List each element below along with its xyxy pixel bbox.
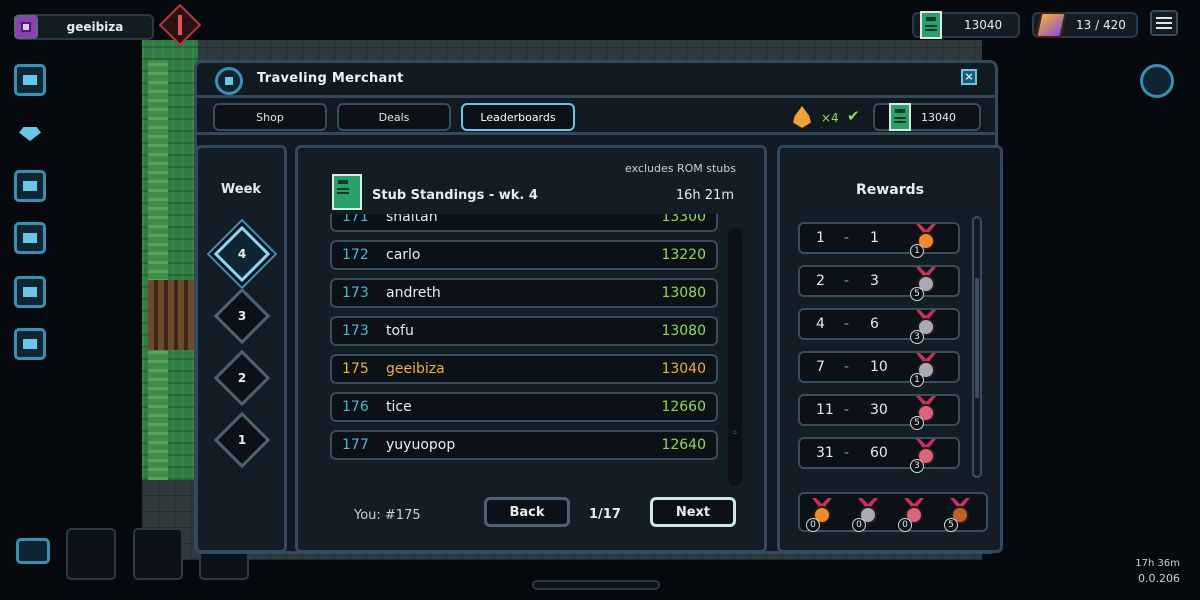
reward-tier: 4 - 6 3 (798, 308, 960, 344)
grass-path (148, 60, 168, 480)
time-remaining: 16h 21m (675, 188, 734, 203)
fist-icon[interactable] (14, 222, 46, 254)
flame-icon (793, 106, 811, 128)
orange-medal-icon[interactable]: 1 (910, 224, 940, 258)
silver-medal-icon[interactable]: 3 (910, 310, 940, 344)
week-panel: Week 4 3 2 1 (195, 145, 287, 553)
rewards-scrollbar[interactable] (972, 216, 982, 478)
stub-currency-display[interactable]: 13040 (912, 11, 1020, 39)
avatar (14, 15, 38, 39)
table-row: 177 yuyuopop 12640 (330, 430, 718, 460)
pink-medal-icon[interactable]: 5 (910, 396, 940, 430)
reward-tier: 2 - 3 5 (798, 265, 960, 301)
silver-medal-icon[interactable]: 1 (910, 353, 940, 387)
reward-tier: 7 - 10 1 (798, 351, 960, 387)
tab-shop[interactable]: Shop (213, 103, 327, 131)
energy-display[interactable]: 13 / 420 (1032, 12, 1138, 38)
next-button[interactable]: Next (650, 497, 736, 527)
excludes-note: excludes ROM stubs (625, 162, 736, 175)
tab-leaderboards[interactable]: Leaderboards (461, 103, 575, 131)
chat-icon[interactable] (16, 538, 50, 564)
rewards-title: Rewards (856, 182, 924, 198)
merchant-icon[interactable] (14, 328, 46, 360)
standings-scrollbar[interactable]: ◦ (728, 228, 742, 486)
back-button[interactable]: Back (484, 497, 570, 527)
orange-medal-icon[interactable]: 0 (806, 498, 836, 532)
week-1-button[interactable]: 1 (213, 411, 271, 469)
reward-tier: 31 - 60 3 (798, 437, 960, 473)
table-row: 171 shaitan 13300 (330, 214, 718, 232)
scroll-thumb[interactable]: ◦ (728, 428, 742, 452)
stub-icon (920, 11, 942, 39)
wooden-fence (148, 280, 194, 350)
week-3-button[interactable]: 3 (213, 287, 271, 345)
tab-bar: Shop Deals Leaderboards ×4 ✔ 13040 (197, 95, 995, 135)
window-title-bar: Traveling Merchant × (197, 63, 995, 95)
stub-amount: 13040 (921, 110, 956, 124)
bottom-handle[interactable] (532, 580, 660, 590)
hotbar-slot[interactable] (66, 528, 116, 580)
table-row: 172 carlo 13220 (330, 240, 718, 270)
silver-medal-icon[interactable]: 0 (852, 498, 882, 532)
map-icon[interactable] (14, 170, 46, 202)
player-rank: You: #175 (354, 508, 421, 523)
pink-medal-icon[interactable]: 0 (898, 498, 928, 532)
rewards-panel: Rewards 1 - 1 1 2 - 3 5 4 - 6 3 7 - 10 1… (777, 145, 1003, 553)
standings-list[interactable]: 171 shaitan 13300 172 carlo 13220 173 an… (330, 214, 722, 472)
week-4-button[interactable]: 4 (213, 225, 271, 283)
player-profile-button[interactable]: geeibiza (14, 14, 154, 40)
table-row: 176 tice 12660 (330, 392, 718, 422)
reward-tier: 11 - 30 5 (798, 394, 960, 430)
stub-icon (332, 174, 362, 210)
stub-currency-display: 13040 (873, 103, 981, 131)
week-2-button[interactable]: 2 (213, 349, 271, 407)
link-icon[interactable] (14, 276, 46, 308)
flame-count: ×4 (821, 111, 839, 125)
stub-amount: 13040 (964, 18, 1003, 32)
table-row: 173 tofu 13080 (330, 316, 718, 346)
hotbar-slot[interactable] (133, 528, 183, 580)
tab-deals[interactable]: Deals (337, 103, 451, 131)
window-title: Traveling Merchant (257, 71, 404, 86)
week-title: Week (220, 182, 262, 197)
medal-inventory: 0 0 0 5 (798, 492, 988, 532)
page-indicator: 1/17 (589, 507, 621, 522)
version-text: 0.0.206 (1138, 572, 1180, 585)
energy-icon (1035, 12, 1067, 38)
diamond-icon[interactable] (14, 118, 46, 150)
current-player-row: 175 geeibiza 13040 (330, 354, 718, 384)
bronze-medal-icon[interactable]: 5 (944, 498, 974, 532)
player-name: geeibiza (66, 20, 124, 34)
table-row: 173 andreth 13080 (330, 278, 718, 308)
hamburger-menu-icon[interactable] (1150, 10, 1178, 36)
silver-medal-icon[interactable]: 5 (910, 267, 940, 301)
close-icon[interactable]: × (961, 69, 977, 85)
stub-icon (889, 103, 911, 131)
merchant-icon (215, 67, 243, 95)
social-icon[interactable] (1140, 64, 1174, 98)
traveling-merchant-window: Traveling Merchant × Shop Deals Leaderbo… (194, 60, 1003, 554)
energy-amount: 13 / 420 (1076, 18, 1126, 32)
standings-panel: excludes ROM stubs Stub Standings - wk. … (295, 145, 767, 553)
standings-title: Stub Standings - wk. 4 (372, 188, 538, 203)
pink-medal-icon[interactable]: 3 (910, 439, 940, 473)
timer-text: 17h 36m (1135, 558, 1180, 569)
inventory-icon[interactable] (14, 64, 46, 96)
reward-tier: 1 - 1 1 (798, 222, 960, 258)
check-icon: ✔ (847, 107, 860, 125)
